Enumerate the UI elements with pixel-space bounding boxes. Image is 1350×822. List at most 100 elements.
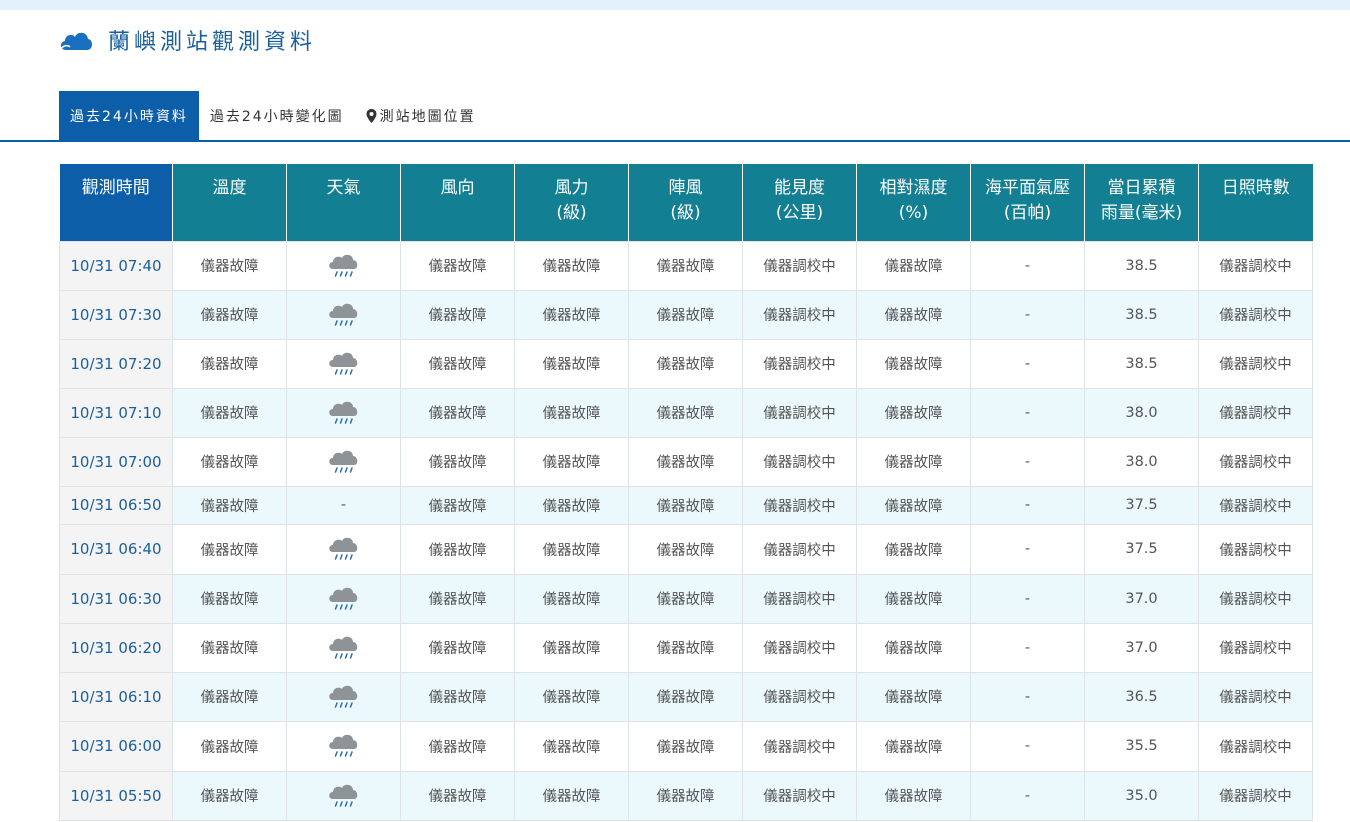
table-header-row: 觀測時間 溫度 天氣 風向 風力 (級) 陣風 (級) 能見度 (公里) 相對濕度 (%) 海平面氣壓 (… [59, 164, 1313, 241]
temperature-cell: 儀器故障 [172, 770, 287, 821]
table-row: 10/31 07:30 儀器故障 儀器故障 儀器故障 儀器故障 儀器調校中 儀器故障 -38… [59, 289, 1313, 340]
tab-label: 過去24小時資料 [70, 108, 188, 125]
visibility-cell: 儀器調校中 [742, 289, 857, 340]
wind-force-cell: 儀器故障 [514, 289, 629, 340]
pressure-cell: - [970, 485, 1085, 525]
gust-cell: 儀器故障 [628, 289, 743, 340]
table-row: 10/31 06:30 儀器故障 儀器故障 儀器故障 儀器故障 儀器調校中 儀器故障 -37… [59, 573, 1313, 624]
time-cell: 10/31 07:00 [59, 436, 173, 487]
col-header-time: 觀測時間 [59, 164, 173, 241]
rain-cloud-icon [328, 352, 357, 375]
wind-force-cell: 儀器故障 [514, 485, 629, 525]
header-text: 天氣 [326, 178, 361, 198]
table-row: 10/31 05:50 儀器故障 儀器故障 儀器故障 儀器故障 儀器調校中 儀器故障 -35… [59, 770, 1313, 821]
rain-cloud-icon [328, 784, 357, 807]
temperature-cell: 儀器故障 [172, 240, 287, 291]
col-header-rainfall: 當日累積 雨量(毫米) [1084, 164, 1199, 241]
header-text: 當日累積 [1107, 178, 1176, 198]
time-cell: 10/31 06:40 [59, 523, 173, 575]
temperature-cell: 儀器故障 [172, 436, 287, 487]
pressure-cell: - [970, 770, 1085, 821]
wind-direction-cell: 儀器故障 [400, 338, 515, 389]
humidity-cell: 儀器故障 [856, 622, 971, 673]
table-body: 10/31 07:40 儀器故障 儀器故障 儀器故障 儀器故障 儀器調校中 儀器故障 -38… [59, 240, 1313, 821]
sunshine-cell: 儀器調校中 [1198, 485, 1313, 525]
time-cell: 10/31 05:50 [59, 770, 173, 821]
weather-cell [286, 240, 401, 291]
rainfall-cell: 37.0 [1084, 622, 1199, 673]
tab-label: 測站地圖位置 [379, 108, 476, 125]
table-row: 10/31 06:10 儀器故障 儀器故障 儀器故障 儀器故障 儀器調校中 儀器故障 -36… [59, 671, 1313, 722]
time-cell: 10/31 07:30 [59, 289, 173, 340]
rainfall-cell: 38.0 [1084, 436, 1199, 487]
sunshine-cell: 儀器調校中 [1198, 387, 1313, 438]
weather-cell [286, 573, 401, 624]
weather-cell [286, 436, 401, 487]
sunshine-cell: 儀器調校中 [1198, 720, 1313, 772]
header-text: (級) [670, 203, 701, 223]
gust-cell: 儀器故障 [628, 485, 743, 525]
rain-cloud-icon [328, 636, 357, 659]
temperature-cell: 儀器故障 [172, 720, 287, 772]
header-text: 風力 [554, 178, 589, 198]
header-text: (%) [898, 203, 929, 223]
observation-table: 觀測時間 溫度 天氣 風向 風力 (級) 陣風 (級) 能見度 (公里) 相對濕度 (%) 海平面氣壓 (… [59, 164, 1313, 821]
time-cell: 10/31 07:40 [59, 240, 173, 291]
header-text: 溫度 [212, 178, 247, 198]
rain-cloud-icon [328, 450, 357, 473]
observation-table-wrap: 觀測時間 溫度 天氣 風向 風力 (級) 陣風 (級) 能見度 (公里) 相對濕度 (%) 海平面氣壓 (… [59, 164, 1313, 821]
gust-cell: 儀器故障 [628, 523, 743, 575]
visibility-cell: 儀器調校中 [742, 720, 857, 772]
rainfall-cell: 35.5 [1084, 720, 1199, 772]
page-header: 蘭嶼測站觀測資料 [58, 24, 316, 56]
visibility-cell: 儀器調校中 [742, 573, 857, 624]
wind-direction-cell: 儀器故障 [400, 485, 515, 525]
visibility-cell: 儀器調校中 [742, 523, 857, 575]
wind-direction-cell: 儀器故障 [400, 671, 515, 722]
humidity-cell: 儀器故障 [856, 720, 971, 772]
header-text: (級) [556, 203, 587, 223]
rainfall-cell: 35.0 [1084, 770, 1199, 821]
humidity-cell: 儀器故障 [856, 671, 971, 722]
header-text: (公里) [775, 203, 824, 223]
page-title: 蘭嶼測站觀測資料 [108, 30, 317, 55]
table-row: 10/31 06:20 儀器故障 儀器故障 儀器故障 儀器故障 儀器調校中 儀器故障 -37… [59, 622, 1313, 673]
header-text: 日照時數 [1221, 178, 1290, 198]
header-text: 相對濕度 [879, 178, 948, 198]
rain-cloud-icon [328, 587, 357, 610]
temperature-cell: 儀器故障 [172, 485, 287, 525]
tab-past-24h-data[interactable]: 過去24小時資料 [59, 91, 199, 140]
sunshine-cell: 儀器調校中 [1198, 770, 1313, 821]
pressure-cell: - [970, 523, 1085, 575]
wind-force-cell: 儀器故障 [514, 240, 629, 291]
rainfall-cell: 37.5 [1084, 523, 1199, 575]
pressure-cell: - [970, 622, 1085, 673]
gust-cell: 儀器故障 [628, 436, 743, 487]
tab-bar: 過去24小時資料 過去24小時變化圖 測站地圖位置 [59, 91, 487, 140]
tab-station-map[interactable]: 測站地圖位置 [355, 91, 487, 140]
gust-cell: 儀器故障 [628, 770, 743, 821]
col-header-gust: 陣風 (級) [628, 164, 743, 241]
header-text: 陣風 [668, 178, 703, 198]
table-row: 10/31 07:20 儀器故障 儀器故障 儀器故障 儀器故障 儀器調校中 儀器故障 -38… [59, 338, 1313, 389]
sunshine-cell: 儀器調校中 [1198, 523, 1313, 575]
top-strip [0, 0, 1350, 10]
rain-cloud-icon [328, 401, 357, 424]
pressure-cell: - [970, 720, 1085, 772]
rain-cloud-icon [328, 537, 357, 560]
table-row: 10/31 06:00 儀器故障 儀器故障 儀器故障 儀器故障 儀器調校中 儀器故障 -35… [59, 720, 1313, 772]
col-header-weather: 天氣 [286, 164, 401, 241]
humidity-cell: 儀器故障 [856, 387, 971, 438]
temperature-cell: 儀器故障 [172, 387, 287, 438]
gust-cell: 儀器故障 [628, 387, 743, 438]
cloud-logo-icon [60, 32, 92, 50]
sunshine-cell: 儀器調校中 [1198, 671, 1313, 722]
humidity-cell: 儀器故障 [856, 289, 971, 340]
wind-force-cell: 儀器故障 [514, 338, 629, 389]
rainfall-cell: 37.5 [1084, 485, 1199, 525]
wind-direction-cell: 儀器故障 [400, 436, 515, 487]
wind-force-cell: 儀器故障 [514, 573, 629, 624]
time-cell: 10/31 06:10 [59, 671, 173, 722]
tab-past-24h-chart[interactable]: 過去24小時變化圖 [199, 91, 355, 140]
wind-direction-cell: 儀器故障 [400, 573, 515, 624]
